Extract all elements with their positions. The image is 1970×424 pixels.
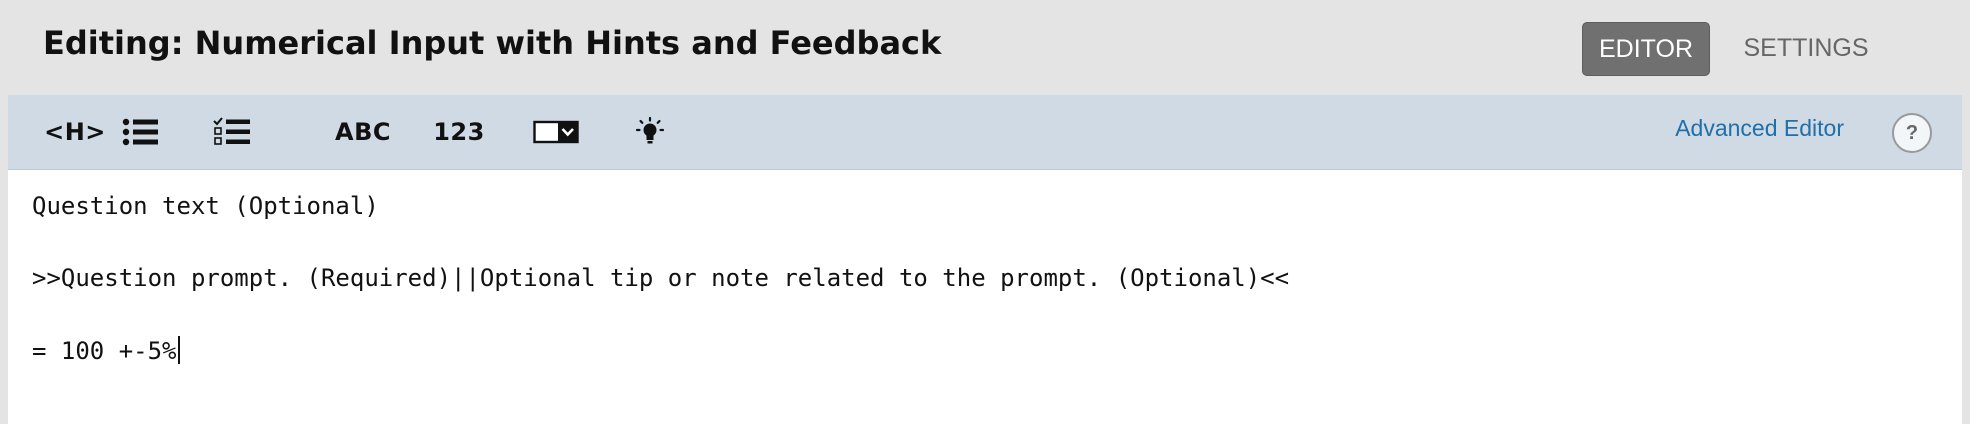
bullet-list-icon [122, 118, 158, 146]
numerical-input-button[interactable]: 123 [424, 109, 494, 155]
settings-tab[interactable]: SETTINGS [1726, 22, 1886, 74]
numerical-input-icon: 123 [433, 118, 485, 146]
text-input-button[interactable]: ABC [326, 109, 400, 155]
answer-text: = 100 +-5% [32, 337, 177, 365]
page-title: Editing: Numerical Input with Hints and … [43, 24, 942, 62]
editor-panel: <H> ABC 123 Advanced Editor ? Question t… [8, 95, 1962, 424]
text-input-icon: ABC [335, 118, 391, 146]
bullet-list-button[interactable] [116, 109, 166, 155]
question-text-editor[interactable]: Question text (Optional) >>Question prom… [8, 170, 1962, 424]
question-prompt-line: >>Question prompt. (Required)||Optional … [32, 264, 1290, 292]
checkbox-list-button[interactable] [208, 109, 258, 155]
lightbulb-icon [635, 116, 665, 144]
advanced-editor-link[interactable]: Advanced Editor [1675, 115, 1844, 142]
question-text-line: Question text (Optional) [32, 192, 379, 220]
editor-tab[interactable]: EDITOR [1582, 22, 1710, 76]
checklist-icon [213, 117, 250, 145]
text-cursor [177, 336, 180, 364]
dropdown-button[interactable] [524, 109, 588, 155]
editor-header: Editing: Numerical Input with Hints and … [0, 0, 1970, 95]
dropdown-icon [533, 120, 579, 144]
answer-line: = 100 +-5% [32, 336, 180, 365]
heading-button[interactable]: <H> [42, 109, 108, 155]
formatting-toolbar: <H> ABC 123 Advanced Editor ? [8, 95, 1962, 170]
heading-icon: <H> [44, 118, 106, 146]
help-button[interactable]: ? [1892, 113, 1932, 153]
hint-button[interactable] [622, 109, 678, 155]
